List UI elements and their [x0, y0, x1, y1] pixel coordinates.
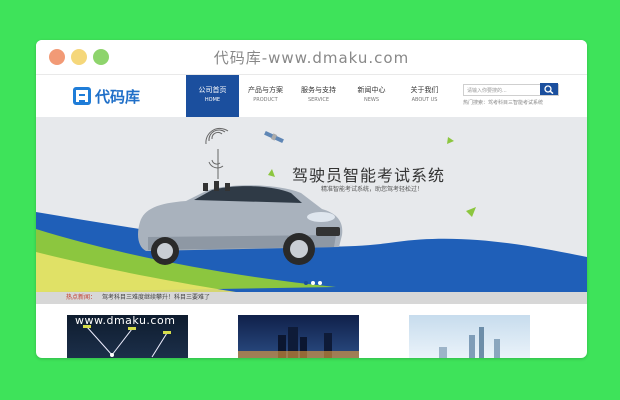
hot-news-label: 热点新闻：: [66, 294, 97, 301]
nav-item-sublabel: HOME: [204, 97, 221, 103]
nav-item-sublabel: NEWS: [363, 97, 380, 103]
nav-item-sublabel: PRODUCT: [253, 97, 278, 103]
card-watermark-text: www.dmaku.com: [75, 314, 176, 327]
nav-item-label: 新闻中心: [357, 86, 386, 94]
nav-item-sublabel: SERVICE: [307, 97, 330, 103]
satellite-icon: [264, 130, 284, 144]
nav-item-label: 产品与方案: [248, 86, 283, 94]
search-icon: [544, 85, 554, 94]
browser-window: 代码库-www.dmaku.com 代码库 公司首页 HOME 产品与方案 PR…: [36, 40, 587, 358]
nav-item-sublabel: ABOUT US: [411, 97, 438, 103]
nav-item-label: 公司首页: [198, 86, 227, 94]
carousel-dot[interactable]: [304, 281, 308, 285]
signal-icon: [205, 127, 229, 169]
hot-news-link[interactable]: 驾考科目三难度继续攀升！科目三要难了: [102, 294, 210, 301]
carousel-dots: [304, 281, 325, 285]
nav-item-service[interactable]: 服务与支持 SERVICE: [292, 75, 345, 117]
banner-artwork: [36, 127, 587, 292]
title-bar: 代码库-www.dmaku.com: [36, 40, 587, 75]
logo-icon: [73, 87, 91, 105]
feature-card[interactable]: [409, 315, 530, 358]
site-logo[interactable]: 代码库: [73, 85, 140, 107]
banner-title: 驾驶员智能考试系统: [292, 166, 446, 185]
carousel-dot[interactable]: [318, 281, 322, 285]
nav-item-label: 关于我们: [410, 86, 439, 94]
window-title: 代码库-www.dmaku.com: [213, 49, 410, 67]
hot-search-links[interactable]: 热门搜索：驾考科目三智能考试系统: [463, 99, 543, 106]
hot-news-bar: 热点新闻： 驾考科目三难度继续攀升！科目三要难了: [36, 292, 587, 304]
nav-item-news[interactable]: 新闻中心 NEWS: [345, 75, 398, 117]
hero-banner: 驾驶员智能考试系统 精准智能考试系统，助您驾考轻松过！: [36, 117, 587, 292]
site-header: 代码库 公司首页 HOME 产品与方案 PRODUCT 服务与支持 SERVIC…: [36, 75, 587, 117]
banner-subtitle: 精准智能考试系统，助您驾考轻松过！: [321, 186, 424, 193]
nav-item-about[interactable]: 关于我们 ABOUT US: [398, 75, 451, 117]
nav-item-product[interactable]: 产品与方案 PRODUCT: [239, 75, 292, 117]
city-day-image: [439, 327, 500, 358]
search-button[interactable]: [540, 83, 558, 95]
feature-card[interactable]: [238, 315, 359, 358]
city-night-image: [238, 327, 359, 358]
nav-item-label: 服务与支持: [301, 86, 336, 94]
carousel-dot[interactable]: [311, 281, 315, 285]
main-nav: 公司首页 HOME 产品与方案 PRODUCT 服务与支持 SERVICE 新闻…: [186, 75, 451, 117]
nav-item-home[interactable]: 公司首页 HOME: [186, 75, 239, 117]
logo-text: 代码库: [95, 87, 141, 106]
